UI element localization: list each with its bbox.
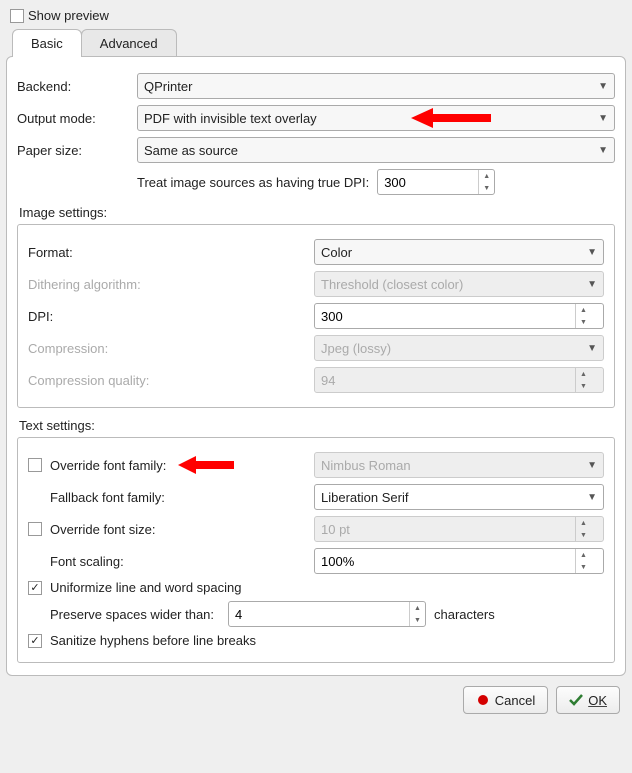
chevron-down-icon: ▼ — [598, 145, 608, 156]
image-settings-group: Format: Color ▼ Dithering algorithm: Thr… — [17, 224, 615, 408]
compression-quality-input — [315, 368, 575, 392]
true-dpi-input[interactable] — [378, 170, 478, 194]
tab-advanced[interactable]: Advanced — [81, 29, 177, 57]
ok-icon — [569, 693, 583, 707]
tab-basic[interactable]: Basic — [12, 29, 82, 57]
compression-combo: Jpeg (lossy) ▼ — [314, 335, 604, 361]
override-font-size-label[interactable]: Override font size: — [50, 522, 156, 537]
fallback-font-family-value: Liberation Serif — [321, 490, 408, 505]
preserve-spaces-spin[interactable]: ▲▼ — [228, 601, 426, 627]
backend-value: QPrinter — [144, 79, 192, 94]
compression-quality-spin: ▲▼ — [314, 367, 604, 393]
output-mode-label: Output mode: — [17, 111, 129, 126]
fallback-font-family-label: Fallback font family: — [50, 490, 210, 505]
paper-size-value: Same as source — [144, 143, 238, 158]
annotation-arrow-override-font — [178, 454, 234, 476]
preserve-spaces-suffix: characters — [434, 607, 604, 622]
spin-down-icon[interactable]: ▼ — [576, 561, 591, 573]
chevron-down-icon: ▼ — [587, 460, 597, 471]
override-font-family-label[interactable]: Override font family: — [50, 458, 166, 473]
image-format-combo[interactable]: Color ▼ — [314, 239, 604, 265]
format-label: Format: — [28, 245, 208, 260]
spin-up-icon[interactable]: ▲ — [479, 170, 494, 182]
uniformize-spacing-checkbox[interactable] — [28, 581, 42, 595]
cancel-icon — [476, 693, 490, 707]
sanitize-hyphens-label[interactable]: Sanitize hyphens before line breaks — [50, 633, 230, 648]
true-dpi-spin[interactable]: ▲▼ — [377, 169, 495, 195]
image-dpi-spin[interactable]: ▲▼ — [314, 303, 604, 329]
cancel-button-label: Cancel — [495, 693, 535, 708]
show-preview-label[interactable]: Show preview — [28, 8, 109, 23]
dither-label: Dithering algorithm: — [28, 277, 208, 292]
spin-down-icon[interactable]: ▼ — [479, 182, 494, 194]
spin-up-icon: ▲ — [576, 368, 591, 380]
chevron-down-icon: ▼ — [587, 492, 597, 503]
spin-up-icon[interactable]: ▲ — [576, 304, 591, 316]
dither-value: Threshold (closest color) — [321, 277, 463, 292]
backend-combo[interactable]: QPrinter ▼ — [137, 73, 615, 99]
spin-down-icon[interactable]: ▼ — [410, 614, 425, 626]
image-dpi-input[interactable] — [315, 304, 575, 328]
image-settings-title: Image settings: — [19, 205, 615, 220]
uniformize-spacing-label[interactable]: Uniformize line and word spacing — [50, 580, 230, 595]
true-dpi-label: Treat image sources as having true DPI: — [137, 175, 369, 190]
preserve-spaces-input[interactable] — [229, 602, 409, 626]
image-format-value: Color — [321, 245, 352, 260]
compression-quality-label: Compression quality: — [28, 373, 208, 388]
compression-value: Jpeg (lossy) — [321, 341, 391, 356]
text-settings-title: Text settings: — [19, 418, 615, 433]
spin-down-icon: ▼ — [576, 529, 591, 541]
basic-tab-panel: Backend: QPrinter ▼ Output mode: PDF wit… — [6, 56, 626, 676]
override-font-family-checkbox[interactable] — [28, 458, 42, 472]
chevron-down-icon: ▼ — [587, 247, 597, 258]
tab-advanced-label: Advanced — [100, 36, 158, 51]
paper-size-combo[interactable]: Same as source ▼ — [137, 137, 615, 163]
spin-up-icon[interactable]: ▲ — [410, 602, 425, 614]
chevron-down-icon: ▼ — [598, 81, 608, 92]
override-font-family-combo: Nimbus Roman ▼ — [314, 452, 604, 478]
backend-label: Backend: — [17, 79, 129, 94]
override-font-size-checkbox[interactable] — [28, 522, 42, 536]
ok-button-label: OK — [588, 693, 607, 708]
override-font-size-spin: ▲▼ — [314, 516, 604, 542]
paper-size-label: Paper size: — [17, 143, 129, 158]
chevron-down-icon: ▼ — [587, 343, 597, 354]
text-settings-group: Override font family: Nimbus Roman ▼ Fal… — [17, 437, 615, 663]
fallback-font-family-combo[interactable]: Liberation Serif ▼ — [314, 484, 604, 510]
preserve-spaces-label: Preserve spaces wider than: — [50, 607, 220, 622]
tab-basic-label: Basic — [31, 36, 63, 51]
spin-down-icon: ▼ — [576, 380, 591, 392]
output-mode-combo[interactable]: PDF with invisible text overlay ▼ — [137, 105, 615, 131]
font-scaling-spin[interactable]: ▲▼ — [314, 548, 604, 574]
output-mode-value: PDF with invisible text overlay — [144, 111, 317, 126]
spin-up-icon[interactable]: ▲ — [576, 549, 591, 561]
cancel-button[interactable]: Cancel — [463, 686, 548, 714]
spin-up-icon: ▲ — [576, 517, 591, 529]
show-preview-checkbox[interactable] — [10, 9, 24, 23]
image-dpi-label: DPI: — [28, 309, 208, 324]
dialog-buttons: Cancel OK — [6, 676, 626, 714]
dither-combo: Threshold (closest color) ▼ — [314, 271, 604, 297]
font-scaling-input[interactable] — [315, 549, 575, 573]
chevron-down-icon: ▼ — [587, 279, 597, 290]
spin-down-icon[interactable]: ▼ — [576, 316, 591, 328]
chevron-down-icon: ▼ — [598, 113, 608, 124]
ok-button[interactable]: OK — [556, 686, 620, 714]
compression-label: Compression: — [28, 341, 208, 356]
override-font-family-value: Nimbus Roman — [321, 458, 411, 473]
sanitize-hyphens-checkbox[interactable] — [28, 634, 42, 648]
override-font-size-input — [315, 517, 575, 541]
font-scaling-label: Font scaling: — [50, 554, 210, 569]
tab-bar: Basic Advanced — [12, 29, 626, 57]
